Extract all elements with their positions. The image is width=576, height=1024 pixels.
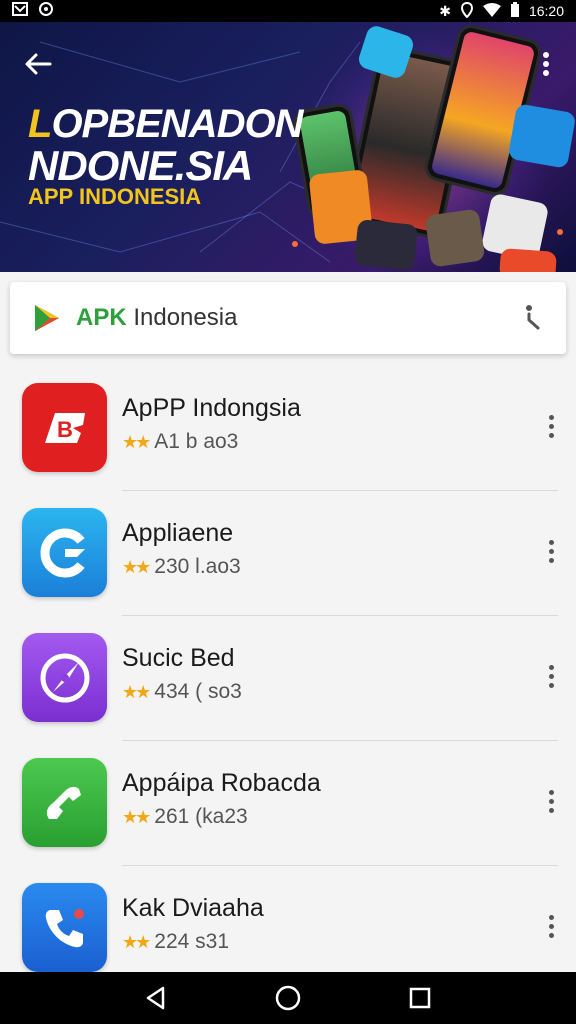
list-item[interactable]: Appliaene ★★ 230 l.ao3: [0, 491, 576, 616]
more-vert-icon: [543, 52, 549, 76]
app-meta: ★★ A1 b ao3: [122, 430, 239, 453]
home-circle-icon: [275, 985, 301, 1011]
battery-icon: [510, 2, 519, 20]
hero-tile-red: [499, 248, 557, 272]
list-item[interactable]: Appáipa Robacda ★★ 261 (ka23: [0, 741, 576, 866]
more-vert-icon[interactable]: [544, 783, 558, 819]
overflow-menu-button[interactable]: [532, 46, 560, 82]
blue-phone-icon: [22, 883, 107, 972]
bluetooth-icon: ✱: [439, 2, 451, 19]
nav-home-button[interactable]: [268, 978, 308, 1018]
more-vert-icon[interactable]: [544, 533, 558, 569]
system-nav-bar: [0, 972, 576, 1024]
play-store-logo-icon: [35, 305, 59, 331]
star-icon: ★★: [122, 806, 151, 827]
arrow-left-icon: [25, 53, 52, 75]
recents-square-icon: [409, 987, 431, 1009]
app-meta: ★★ 224 s31: [122, 930, 230, 953]
star-icon: ★★: [122, 931, 151, 952]
app-meta: ★★ 261 (ka23: [122, 805, 248, 828]
list-item[interactable]: B ApPP Indongsia ★★ A1 b ao3: [0, 366, 576, 491]
app-name: Sucic Bed: [122, 644, 235, 672]
more-vert-icon[interactable]: [544, 908, 558, 944]
star-icon: ★★: [122, 681, 151, 702]
mic-button[interactable]: [516, 302, 548, 334]
app-meta: ★★ 434 ( so3: [122, 680, 242, 703]
app-meta: ★★ 230 l.ao3: [122, 555, 241, 578]
nav-back-button[interactable]: [136, 978, 176, 1018]
app-name: Appáipa Robacda: [122, 769, 321, 797]
back-button[interactable]: [20, 46, 56, 82]
purple-compass-icon: [22, 633, 107, 722]
brand-title: APK Indonesia: [76, 304, 238, 331]
more-vert-icon[interactable]: [544, 408, 558, 444]
nav-recents-button[interactable]: [400, 978, 440, 1018]
brand-search-card[interactable]: APK Indonesia: [10, 282, 566, 354]
status-time: 16:20: [528, 3, 564, 19]
hero-subtitle: APP INDONESIA: [28, 184, 202, 209]
more-vert-icon[interactable]: [544, 658, 558, 694]
back-triangle-icon: [146, 986, 165, 1010]
sync-icon: [38, 1, 54, 21]
hero-title-line2: NDONE.SIA: [28, 142, 253, 189]
wifi-icon: [482, 2, 501, 20]
red-b-icon: B: [22, 383, 107, 472]
app-name: Kak Dviaaha: [122, 894, 264, 922]
blue-c-icon: [22, 508, 107, 597]
hero-tile-lens: [424, 208, 486, 268]
location-icon: [460, 1, 473, 21]
app-name: ApPP Indongsia: [122, 394, 301, 422]
star-icon: ★★: [122, 556, 151, 577]
status-bar: ✱ 16:20: [0, 0, 576, 22]
notification-icon: [12, 2, 28, 20]
star-icon: ★★: [122, 431, 151, 452]
list-item[interactable]: Sucic Bed ★★ 434 ( so3: [0, 616, 576, 741]
hero-title-line1: LOPBENADON: [28, 102, 303, 146]
hero-banner: LOPBENADON NDONE.SIA APP INDONESIA: [0, 22, 576, 272]
hero-tile-dark: [353, 218, 419, 272]
green-phone-icon: [22, 758, 107, 847]
svg-text:B: B: [57, 417, 73, 442]
app-name: Appliaene: [122, 519, 234, 547]
mic-icon: [526, 305, 540, 330]
hero-tile-camera: [507, 103, 576, 169]
app-list: B ApPP Indongsia ★★ A1 b ao3 Appliaene ★…: [0, 366, 576, 991]
